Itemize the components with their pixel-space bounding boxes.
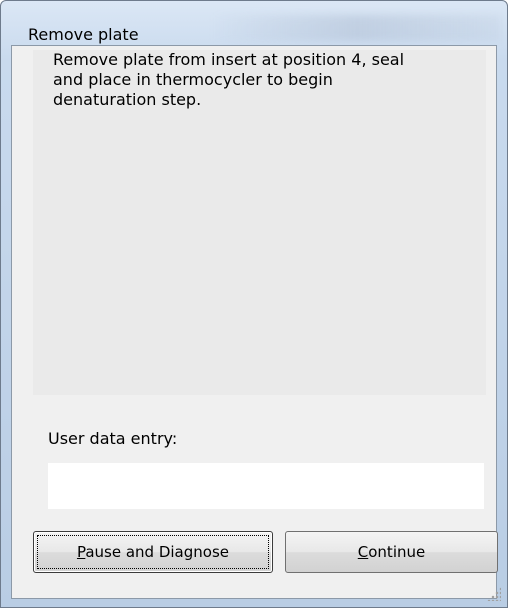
continue-button-mnemonic: C: [357, 543, 369, 561]
dialog-window: Remove plate Remove plate from insert at…: [0, 0, 508, 608]
continue-button-label: ontinue: [368, 543, 426, 561]
user-data-entry-label: User data entry:: [48, 429, 178, 448]
message-panel: Remove plate from insert at position 4, …: [33, 50, 486, 395]
pause-button-label: ause and Diagnose: [85, 543, 230, 561]
title-bar[interactable]: Remove plate: [1, 1, 507, 45]
continue-button[interactable]: Continue: [285, 531, 498, 573]
pause-and-diagnose-button[interactable]: Pause and Diagnose: [33, 531, 273, 573]
instruction-message: Remove plate from insert at position 4, …: [53, 50, 405, 109]
user-data-entry-input[interactable]: [48, 463, 484, 509]
window-title: Remove plate: [28, 25, 139, 44]
